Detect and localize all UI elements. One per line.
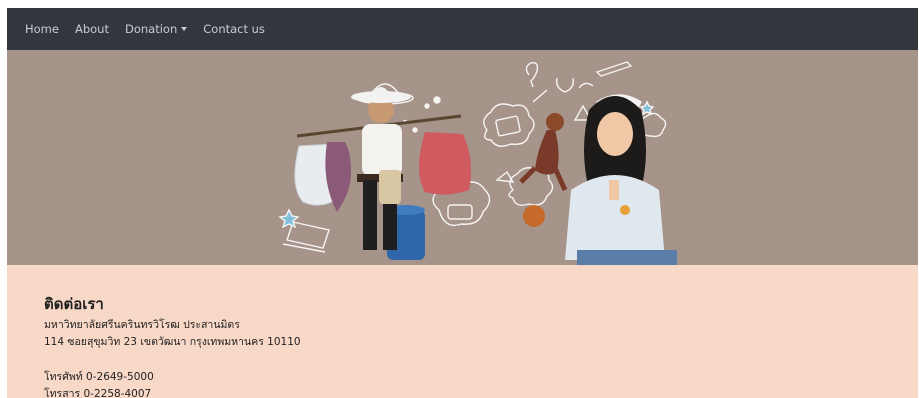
nav-link-home[interactable]: Home [25, 22, 59, 36]
phone-text: โทรศัพท์ 0-2649-5000 [44, 371, 154, 383]
nav-dropdown-donation[interactable]: Donation [124, 22, 188, 36]
nav-dropdown-donation-label: Donation [124, 22, 178, 36]
chevron-down-icon [181, 27, 188, 31]
contact-heading: ติดต่อเรา [44, 295, 104, 313]
boy-figure [294, 87, 471, 260]
hero-illustration [278, 61, 677, 265]
hero-banner [7, 50, 918, 265]
nav-link-contact-label: Contact us [203, 22, 265, 36]
nav-link-about[interactable]: About [75, 22, 109, 36]
smiling-girl-figure [565, 96, 677, 265]
nav-link-about-label: About [74, 22, 109, 36]
nav-link-home-label: Home [25, 22, 59, 36]
page-frame: Home About Donation Contact us ติดต่อเรา… [7, 8, 918, 398]
address-text: 114 ซอยสุขุมวิท 23 เขตวัฒนา กรุงเทพมหานค… [44, 336, 301, 348]
contact-section: ติดต่อเรา มหาวิทยาลัยศรีนครินทรวิโรฒ ประ… [7, 265, 918, 398]
nav-link-contact[interactable]: Contact us [203, 22, 265, 36]
fax-text: โทรสาร 0-2258-4007 [44, 388, 152, 398]
top-navbar: Home About Donation Contact us [7, 8, 918, 50]
jumping-child-figure [519, 113, 568, 227]
organization-name: มหาวิทยาลัยศรีนครินทรวิโรฒ ประสานมิตร [44, 319, 240, 331]
